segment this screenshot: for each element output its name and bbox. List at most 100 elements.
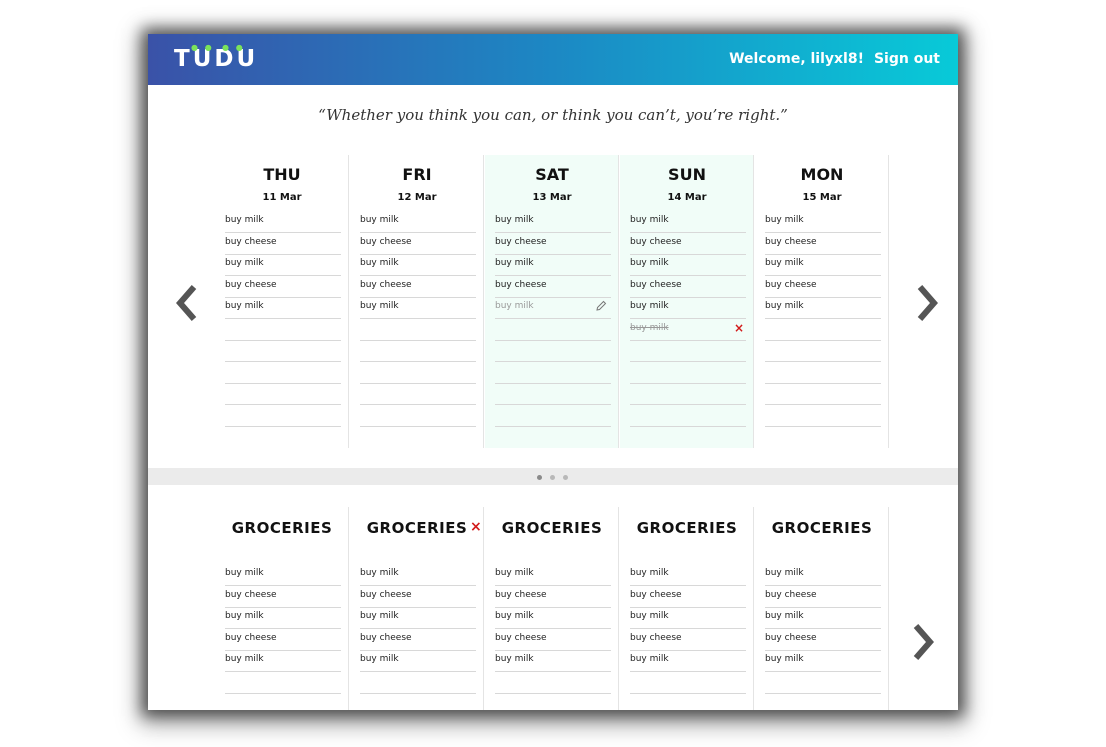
- task-item[interactable]: buy milk: [495, 565, 611, 586]
- empty-task-line[interactable]: [225, 406, 341, 427]
- task-item[interactable]: buy milk: [630, 565, 746, 586]
- pencil-icon[interactable]: [595, 300, 607, 312]
- pager-dot[interactable]: [563, 475, 568, 480]
- task-item[interactable]: buy milk: [495, 651, 611, 672]
- task-item[interactable]: buy milk: [765, 212, 881, 233]
- next-arrow-icon[interactable]: [914, 283, 940, 323]
- task-item[interactable]: buy cheese: [360, 277, 476, 298]
- empty-task-line[interactable]: [495, 384, 611, 405]
- task-item[interactable]: buy cheese: [630, 234, 746, 255]
- empty-task-line[interactable]: [765, 363, 881, 384]
- task-item-completed[interactable]: buy milk ×: [630, 320, 746, 341]
- task-item[interactable]: buy milk: [630, 212, 746, 233]
- empty-task-line[interactable]: [360, 363, 476, 384]
- delete-icon[interactable]: ×: [734, 320, 744, 336]
- task-item[interactable]: buy milk: [630, 608, 746, 629]
- pager-dot[interactable]: [537, 475, 542, 480]
- list-title[interactable]: GROCERIES: [755, 519, 889, 537]
- empty-task-line[interactable]: [360, 694, 476, 710]
- empty-task-line[interactable]: [495, 673, 611, 694]
- task-item[interactable]: buy milk: [630, 651, 746, 672]
- task-item[interactable]: buy cheese: [495, 277, 611, 298]
- delete-list-icon[interactable]: ×: [470, 519, 482, 535]
- empty-task-line[interactable]: [225, 320, 341, 341]
- task-item[interactable]: buy cheese: [630, 630, 746, 651]
- task-item[interactable]: buy cheese: [765, 277, 881, 298]
- task-item-editing[interactable]: buy milk: [495, 298, 611, 319]
- list-title[interactable]: GROCERIES: [485, 519, 619, 537]
- empty-task-line[interactable]: [765, 406, 881, 427]
- task-item[interactable]: buy milk: [765, 565, 881, 586]
- empty-task-line[interactable]: [225, 363, 341, 384]
- task-item[interactable]: buy cheese: [360, 234, 476, 255]
- task-item[interactable]: buy cheese: [360, 587, 476, 608]
- task-item[interactable]: buy cheese: [360, 630, 476, 651]
- task-item[interactable]: buy milk: [225, 565, 341, 586]
- task-item[interactable]: buy milk: [765, 651, 881, 672]
- task-item[interactable]: buy cheese: [765, 630, 881, 651]
- task-item[interactable]: buy milk: [360, 565, 476, 586]
- task-item[interactable]: buy milk: [765, 298, 881, 319]
- task-item[interactable]: buy milk: [765, 608, 881, 629]
- empty-task-line[interactable]: [225, 673, 341, 694]
- empty-task-line[interactable]: [765, 384, 881, 405]
- list-title[interactable]: GROCERIES: [350, 519, 484, 537]
- empty-task-line[interactable]: [360, 673, 476, 694]
- empty-task-line[interactable]: [360, 406, 476, 427]
- task-item[interactable]: buy milk: [360, 255, 476, 276]
- task-item[interactable]: buy cheese: [225, 234, 341, 255]
- task-item[interactable]: buy cheese: [495, 234, 611, 255]
- empty-task-line[interactable]: [765, 341, 881, 362]
- empty-task-line[interactable]: [630, 363, 746, 384]
- empty-task-line[interactable]: [495, 320, 611, 341]
- empty-task-line[interactable]: [630, 673, 746, 694]
- task-item[interactable]: buy milk: [765, 255, 881, 276]
- empty-task-line[interactable]: [360, 384, 476, 405]
- task-item[interactable]: buy milk: [495, 608, 611, 629]
- task-item[interactable]: buy cheese: [630, 277, 746, 298]
- task-item[interactable]: buy cheese: [495, 587, 611, 608]
- empty-task-line[interactable]: [630, 694, 746, 710]
- task-item[interactable]: buy cheese: [765, 234, 881, 255]
- task-item[interactable]: buy milk: [495, 212, 611, 233]
- task-item[interactable]: buy cheese: [225, 277, 341, 298]
- empty-task-line[interactable]: [225, 384, 341, 405]
- task-item[interactable]: buy milk: [360, 298, 476, 319]
- task-item[interactable]: buy milk: [225, 255, 341, 276]
- task-item[interactable]: buy milk: [360, 651, 476, 672]
- empty-task-line[interactable]: [630, 406, 746, 427]
- list-title[interactable]: GROCERIES: [620, 519, 754, 537]
- list-title[interactable]: GROCERIES: [215, 519, 349, 537]
- empty-task-line[interactable]: [765, 320, 881, 341]
- task-item[interactable]: buy milk: [225, 608, 341, 629]
- empty-task-line[interactable]: [360, 341, 476, 362]
- task-item[interactable]: buy milk: [630, 255, 746, 276]
- empty-task-line[interactable]: [495, 406, 611, 427]
- empty-task-line[interactable]: [360, 320, 476, 341]
- task-item[interactable]: buy cheese: [495, 630, 611, 651]
- task-item[interactable]: buy milk: [225, 651, 341, 672]
- empty-task-line[interactable]: [765, 673, 881, 694]
- next-lists-arrow-icon[interactable]: [910, 622, 936, 662]
- empty-task-line[interactable]: [495, 341, 611, 362]
- empty-task-line[interactable]: [765, 694, 881, 710]
- task-item[interactable]: buy milk: [360, 212, 476, 233]
- prev-arrow-icon[interactable]: [174, 283, 200, 323]
- empty-task-line[interactable]: [495, 694, 611, 710]
- task-item[interactable]: buy cheese: [765, 587, 881, 608]
- task-item[interactable]: buy milk: [360, 608, 476, 629]
- task-item[interactable]: buy milk: [225, 212, 341, 233]
- task-item[interactable]: buy cheese: [630, 587, 746, 608]
- task-item[interactable]: buy milk: [630, 298, 746, 319]
- task-item[interactable]: buy cheese: [225, 630, 341, 651]
- sign-out-link[interactable]: Sign out: [874, 51, 940, 67]
- empty-task-line[interactable]: [225, 694, 341, 710]
- empty-task-line[interactable]: [225, 341, 341, 362]
- empty-task-line[interactable]: [495, 363, 611, 384]
- logo[interactable]: TUDU ● ● ● ●: [174, 43, 258, 74]
- task-item[interactable]: buy milk: [225, 298, 341, 319]
- pager-dot[interactable]: [550, 475, 555, 480]
- task-item[interactable]: buy cheese: [225, 587, 341, 608]
- empty-task-line[interactable]: [630, 384, 746, 405]
- task-item[interactable]: buy milk: [495, 255, 611, 276]
